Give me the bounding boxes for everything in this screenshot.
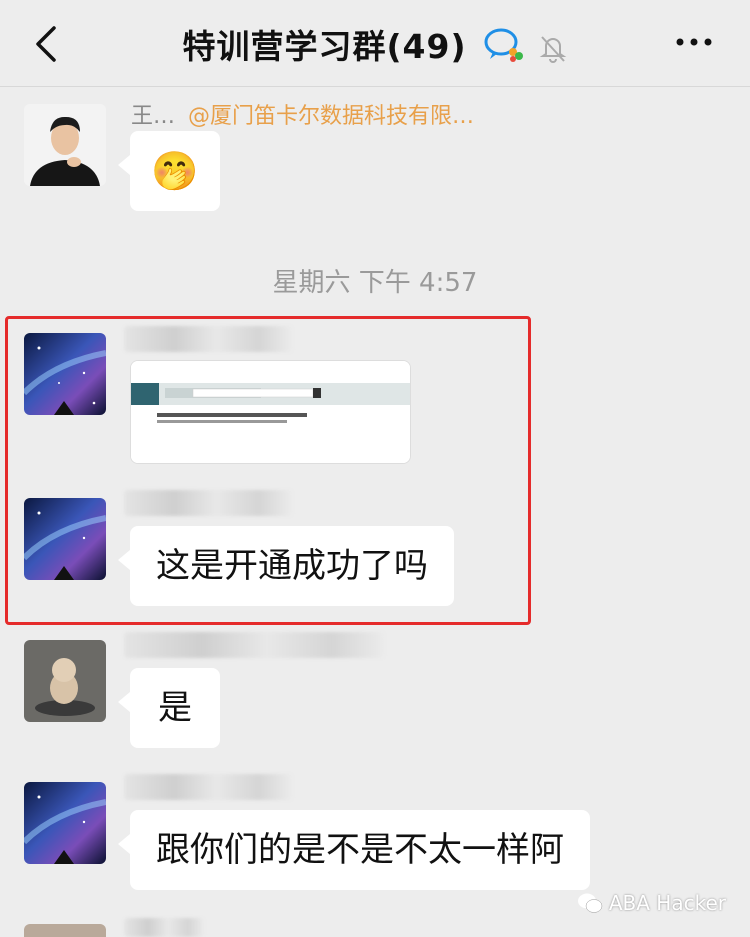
sender-name-blurred <box>124 632 384 658</box>
wechat-icon <box>577 893 603 913</box>
avatar[interactable] <box>24 640 106 722</box>
message-bubble-emoji[interactable]: 🤭 <box>118 131 220 211</box>
watermark: ABA Hacker <box>577 891 726 915</box>
avatar[interactable] <box>24 782 106 864</box>
avatar[interactable] <box>24 104 106 186</box>
message-text: 这是开通成功了吗 <box>156 546 428 586</box>
message-text: 是 <box>158 688 192 728</box>
sender-org: @厦门笛卡尔数据科技有限… <box>188 104 475 129</box>
message-bubble[interactable]: 跟你们的是不是不太一样阿 <box>118 810 590 890</box>
message-text: 跟你们的是不是不太一样阿 <box>156 830 564 870</box>
sender-name-blurred <box>124 774 292 800</box>
sender-name: 王… <box>131 104 176 129</box>
message-bubble[interactable]: 是 <box>118 668 220 748</box>
sender-name-blurred <box>124 326 292 352</box>
sender-name-line: 王… @厦门笛卡尔数据科技有限… <box>131 98 474 130</box>
emoji-text: 🤭 <box>151 149 199 193</box>
message-image[interactable] <box>130 360 411 464</box>
sender-name-blurred <box>124 490 292 516</box>
timestamp: 星期六 下午 4:57 <box>272 268 478 298</box>
avatar[interactable] <box>24 333 106 415</box>
chat-header: 特训营学习群(49) <box>0 0 750 87</box>
message-bubble[interactable]: 这是开通成功了吗 <box>118 526 454 606</box>
more-options-icon[interactable] <box>674 30 714 54</box>
watermark-text: ABA Hacker <box>608 891 726 915</box>
chat-title: 特训营学习群(49) <box>0 20 750 71</box>
wecom-icon <box>484 28 524 62</box>
sender-name-blurred <box>124 918 204 937</box>
avatar[interactable] <box>24 924 106 937</box>
avatar[interactable] <box>24 498 106 580</box>
mute-bell-icon <box>539 35 566 63</box>
group-name: 特训营学习群(49) <box>182 27 467 66</box>
